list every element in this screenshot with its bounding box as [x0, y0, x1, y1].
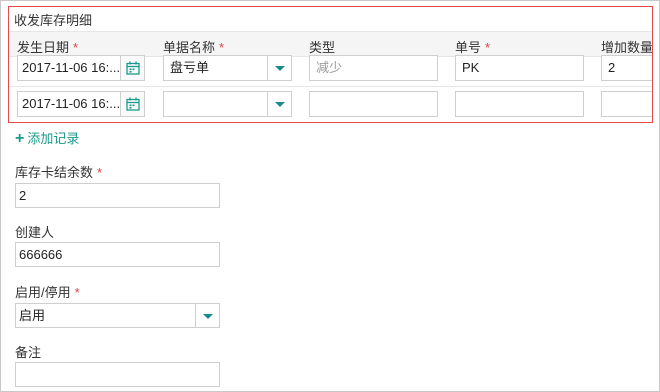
dropdown-button[interactable]: [267, 56, 291, 80]
column-header-qty: 增加数量: [601, 40, 653, 55]
status-select[interactable]: 启用: [15, 303, 220, 328]
section-title: 收发库存明细: [14, 13, 93, 28]
qty-input[interactable]: 2: [601, 55, 652, 81]
remark-label: 备注: [15, 345, 42, 360]
calendar-icon: [126, 61, 140, 75]
dropdown-button[interactable]: [267, 92, 291, 116]
stock-balance-label: 库存卡结余数 *: [15, 165, 103, 180]
doc-name-select[interactable]: 盘亏单: [163, 55, 292, 81]
calendar-icon: [126, 97, 140, 111]
add-record-link[interactable]: + 添加记录: [15, 128, 79, 148]
calendar-button[interactable]: [120, 56, 144, 80]
status-label: 启用/停用 *: [15, 285, 80, 300]
calendar-button[interactable]: [120, 92, 144, 116]
dropdown-button[interactable]: [195, 304, 219, 327]
date-picker[interactable]: 2017-11-06 16:...: [17, 91, 145, 117]
remark-input[interactable]: [15, 362, 220, 387]
qty-input[interactable]: [601, 91, 652, 117]
column-header-date: 发生日期 *: [17, 40, 79, 55]
creator-input[interactable]: 666666: [15, 242, 220, 267]
date-picker[interactable]: 2017-11-06 16:...: [17, 55, 145, 81]
column-header-number: 单号 *: [455, 40, 491, 55]
stock-balance-input[interactable]: 2: [15, 183, 220, 208]
type-input[interactable]: [309, 91, 438, 117]
creator-label: 创建人: [15, 225, 55, 240]
chevron-down-icon: [275, 66, 285, 71]
column-header-doc-name: 单据名称 *: [163, 40, 225, 55]
inventory-detail-section: 收发库存明细 发生日期 * 单据名称 * 类型 单号 * 增加数量 2017-11-0…: [8, 6, 653, 123]
table-header: 发生日期 * 单据名称 * 类型 单号 * 增加数量: [9, 31, 652, 57]
doc-name-select[interactable]: [163, 91, 292, 117]
row-divider: [9, 86, 652, 87]
type-input[interactable]: 减少: [309, 55, 438, 81]
chevron-down-icon: [203, 314, 213, 319]
plus-icon: +: [15, 130, 25, 147]
chevron-down-icon: [275, 102, 285, 107]
number-input[interactable]: [455, 91, 584, 117]
column-header-type: 类型: [309, 40, 336, 55]
number-input[interactable]: PK: [455, 55, 584, 81]
